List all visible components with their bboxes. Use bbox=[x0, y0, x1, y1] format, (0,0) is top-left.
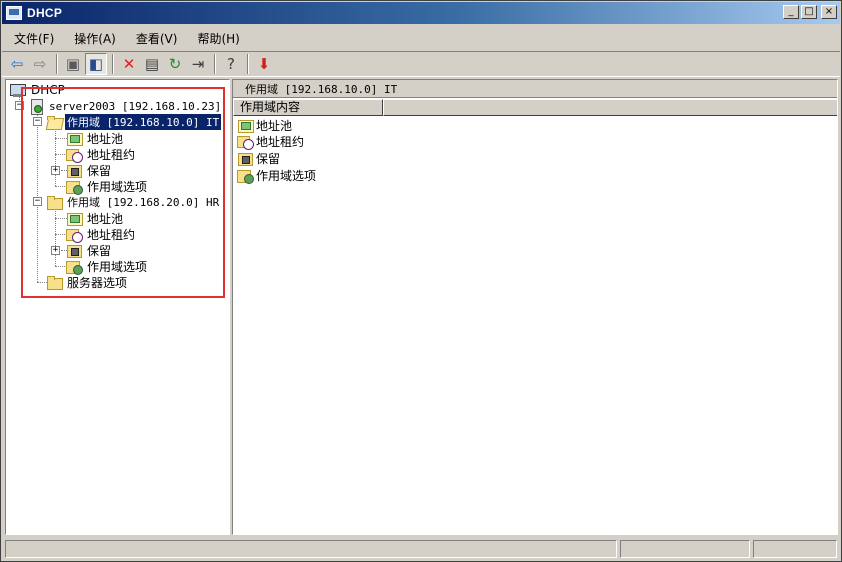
collapse-scope1-toggle[interactable]: − bbox=[33, 117, 42, 126]
dhcp-window: DHCP _ □ × 文件(F) 操作(A) 查看(V) 帮助(H) ⇦ ⇨ ▣… bbox=[0, 0, 842, 562]
reservations-icon bbox=[66, 163, 82, 178]
reservations-icon bbox=[66, 243, 82, 258]
tree-scope-options[interactable]: 作用域选项 bbox=[66, 178, 149, 195]
help-button[interactable]: ? bbox=[220, 53, 242, 75]
scope-folder-open-icon bbox=[46, 115, 62, 129]
refresh-button[interactable]: ↻ bbox=[164, 53, 186, 75]
status-cell-secondary bbox=[620, 540, 750, 558]
list-item-address-leases[interactable]: 地址租约 bbox=[237, 133, 304, 150]
tree-server-node[interactable]: server2003 [192.168.10.23] bbox=[28, 98, 223, 115]
tree-reservations[interactable]: 保留 bbox=[66, 242, 113, 258]
close-button[interactable]: × bbox=[821, 5, 837, 19]
tree-scope-hr[interactable]: 作用域 [192.168.20.0] HR bbox=[46, 194, 221, 210]
back-arrow-icon: ⇦ bbox=[10, 54, 24, 73]
forward-arrow-icon: ⇨ bbox=[33, 54, 47, 73]
up-level-button[interactable]: ▣ bbox=[62, 53, 84, 75]
up-level-icon: ▣ bbox=[65, 54, 81, 73]
show-hide-tree-button[interactable]: ◧ bbox=[85, 53, 107, 75]
address-lease-icon bbox=[66, 147, 83, 163]
expand-reservations-toggle[interactable]: + bbox=[51, 246, 60, 255]
stop-service-icon: ⬇ bbox=[257, 54, 271, 73]
list-item-address-pool[interactable]: 地址池 bbox=[237, 117, 292, 133]
toolbar-separator bbox=[56, 54, 58, 74]
collapse-server-toggle[interactable]: − bbox=[15, 101, 24, 110]
tree-address-leases[interactable]: 地址租约 bbox=[66, 146, 137, 163]
address-pool-icon bbox=[66, 211, 83, 226]
back-button[interactable]: ⇦ bbox=[6, 53, 28, 75]
tree-address-pool[interactable]: 地址池 bbox=[66, 210, 125, 226]
details-header: 作用域 [192.168.10.0] IT bbox=[233, 80, 837, 98]
column-header-empty[interactable] bbox=[383, 99, 837, 116]
properties-icon: ▤ bbox=[144, 54, 160, 73]
status-bar bbox=[2, 538, 840, 560]
title-bar[interactable]: DHCP _ □ × bbox=[2, 2, 840, 24]
help-icon: ? bbox=[227, 54, 235, 73]
window-controls: _ □ × bbox=[783, 5, 837, 19]
menu-view[interactable]: 查看(V) bbox=[124, 29, 186, 49]
menu-help[interactable]: 帮助(H) bbox=[185, 29, 247, 49]
address-lease-icon bbox=[237, 134, 254, 150]
address-lease-icon bbox=[66, 227, 83, 243]
properties-button[interactable]: ▤ bbox=[141, 53, 163, 75]
details-pane[interactable]: 作用域 [192.168.10.0] IT 作用域内容 地址池 地址租约 保留 … bbox=[232, 79, 838, 535]
scope-folder-icon bbox=[46, 195, 63, 210]
tree-scope-options[interactable]: 作用域选项 bbox=[66, 258, 149, 275]
export-list-icon: ⇥ bbox=[191, 54, 205, 73]
dhcp-console-icon bbox=[10, 83, 26, 97]
menu-action[interactable]: 操作(A) bbox=[62, 29, 124, 49]
expand-reservations-toggle[interactable]: + bbox=[51, 166, 60, 175]
maximize-button[interactable]: □ bbox=[801, 5, 817, 19]
menu-bar: 文件(F) 操作(A) 查看(V) 帮助(H) bbox=[2, 28, 840, 50]
collapse-scope2-toggle[interactable]: − bbox=[33, 197, 42, 206]
toolbar-separator bbox=[214, 54, 216, 74]
tree-address-pool[interactable]: 地址池 bbox=[66, 130, 125, 146]
menu-file[interactable]: 文件(F) bbox=[2, 29, 62, 49]
tree-address-leases[interactable]: 地址租约 bbox=[66, 226, 137, 243]
tree-scope-it[interactable]: 作用域 [192.168.10.0] IT bbox=[46, 113, 223, 131]
toolbar: ⇦ ⇨ ▣ ◧ ✕ ▤ ↻ ⇥ ? ⬇ bbox=[2, 51, 840, 77]
tree-root-dhcp[interactable]: DHCP bbox=[10, 82, 67, 98]
dhcp-app-icon bbox=[6, 6, 22, 20]
tree-reservations[interactable]: 保留 bbox=[66, 162, 113, 178]
address-pool-icon bbox=[237, 118, 254, 133]
show-hide-tree-icon: ◧ bbox=[88, 54, 104, 73]
refresh-icon: ↻ bbox=[168, 54, 182, 73]
window-title: DHCP bbox=[27, 6, 63, 20]
export-list-button[interactable]: ⇥ bbox=[187, 53, 209, 75]
delete-button[interactable]: ✕ bbox=[118, 53, 140, 75]
list-item-reservations[interactable]: 保留 bbox=[237, 150, 280, 166]
status-cell-main bbox=[5, 540, 617, 558]
status-cell-tertiary bbox=[753, 540, 837, 558]
tree-connector bbox=[55, 126, 56, 186]
list-item-scope-options[interactable]: 作用域选项 bbox=[237, 167, 316, 184]
scope-options-icon bbox=[66, 179, 83, 195]
column-header-row: 作用域内容 bbox=[233, 99, 837, 116]
stop-service-button[interactable]: ⬇ bbox=[253, 53, 275, 75]
scope-options-icon bbox=[66, 259, 83, 275]
delete-icon: ✕ bbox=[122, 54, 136, 73]
forward-button[interactable]: ⇨ bbox=[29, 53, 51, 75]
toolbar-separator bbox=[112, 54, 114, 74]
console-tree[interactable]: − − + − + DHCP server2003 [192.168.10.23… bbox=[5, 79, 230, 535]
server-options-icon bbox=[46, 275, 63, 290]
toolbar-separator bbox=[247, 54, 249, 74]
tree-server-options[interactable]: 服务器选项 bbox=[46, 274, 129, 290]
scope-options-icon bbox=[237, 168, 254, 184]
tree-connector bbox=[55, 206, 56, 266]
minimize-button[interactable]: _ bbox=[783, 5, 799, 19]
server-icon bbox=[28, 99, 44, 115]
address-pool-icon bbox=[66, 131, 83, 146]
column-header-scope-contents[interactable]: 作用域内容 bbox=[233, 99, 383, 116]
reservations-icon bbox=[237, 151, 253, 166]
